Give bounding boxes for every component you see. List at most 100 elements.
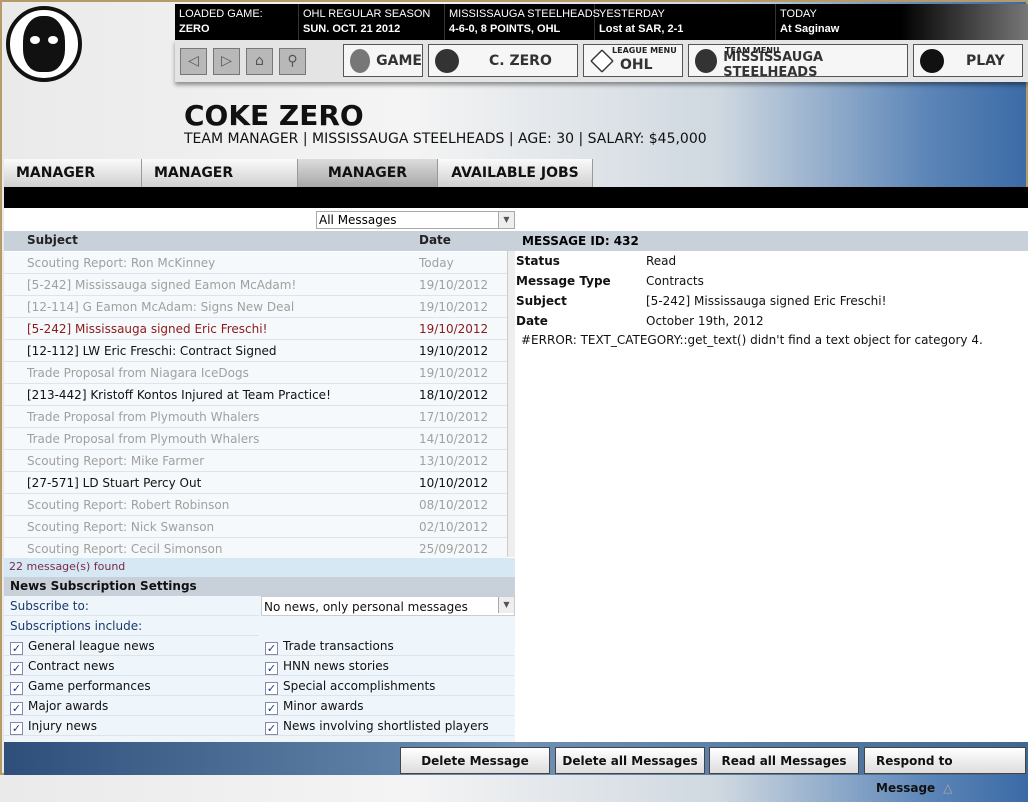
label: Game performances — [28, 679, 151, 693]
label: C. ZERO — [489, 52, 552, 69]
game-menu-button[interactable]: GAME — [343, 44, 423, 77]
detail-row: Date October 19th, 2012 — [515, 311, 1028, 331]
message-id: MESSAGE ID: 432 — [515, 231, 1028, 251]
message-row[interactable]: Scouting Report: Ron McKinney Today — [4, 252, 507, 274]
checkmark-icon[interactable]: ✓ — [265, 662, 278, 675]
checkmark-icon[interactable]: ✓ — [265, 642, 278, 655]
tab-manager-home[interactable]: MANAGER HOME — [4, 159, 142, 209]
message-row[interactable]: [27-571] LD Stuart Percy Out 10/10/2012 — [4, 472, 507, 494]
respond-to-message-button[interactable]: Respond to Message △ — [864, 747, 1026, 795]
message-subject: Trade Proposal from Plymouth Whalers — [27, 410, 260, 424]
message-row[interactable]: [5-242] Mississauga signed Eric Freschi!… — [4, 318, 507, 340]
column-subject[interactable]: Subject — [27, 233, 78, 247]
message-filter-select[interactable]: All Messages ▼ — [316, 211, 515, 229]
subscription-checkbox[interactable]: ✓ Trade transactions — [259, 636, 514, 656]
checkmark-icon[interactable]: ✓ — [265, 682, 278, 695]
home-icon — [435, 48, 459, 73]
subscription-checkbox[interactable]: ✓ Injury news — [4, 716, 259, 736]
checkmark-icon[interactable]: ✓ — [10, 722, 23, 735]
message-row[interactable]: Scouting Report: Mike Farmer 13/10/2012 — [4, 450, 507, 472]
checkmark-icon[interactable]: ✓ — [10, 702, 23, 715]
message-subject: [213-442] Kristoff Kontos Injured at Tea… — [27, 388, 331, 402]
value: SUN. OCT. 21 2012 — [303, 23, 401, 35]
message-row[interactable]: Trade Proposal from Plymouth Whalers 14/1… — [4, 428, 507, 450]
forward-icon[interactable]: ▷ — [213, 48, 240, 75]
message-subject: Trade Proposal from Plymouth Whalers — [27, 432, 260, 446]
detail-row: Subject [5-242] Mississauga signed Eric F… — [515, 291, 1028, 311]
subscription-checkbox[interactable]: ✓ Major awards — [4, 696, 259, 716]
subscribe-label: Subscribe to: — [4, 596, 259, 616]
message-subject: Scouting Report: Mike Farmer — [27, 454, 205, 468]
back-icon[interactable]: ◁ — [180, 48, 207, 75]
checkmark-icon[interactable]: ✓ — [10, 662, 23, 675]
message-date: 18/10/2012 — [419, 388, 489, 402]
value: ZERO — [179, 23, 210, 35]
value: Lost at SAR, 2-1 — [599, 23, 684, 35]
message-row[interactable]: [213-442] Kristoff Kontos Injured at Tea… — [4, 384, 507, 406]
checkmark-icon[interactable]: ✓ — [10, 682, 23, 695]
message-list: Scouting Report: Ron McKinney Today [5-242… — [4, 252, 507, 560]
status-bar: LOADED GAME: ZERO OHL REGULAR SEASON SUN. … — [175, 4, 1028, 40]
scrollbar[interactable] — [507, 251, 515, 557]
delete-message-button[interactable]: Delete Message — [400, 747, 550, 774]
label: LOADED GAME: — [179, 8, 263, 20]
label: Minor awards — [283, 699, 364, 713]
message-row[interactable]: Scouting Report: Robert Robinson 08/10/20… — [4, 494, 507, 516]
subscription-checkbox[interactable]: ✓ Game performances — [4, 676, 259, 696]
column-date[interactable]: Date — [419, 233, 451, 247]
checkmark-icon[interactable]: ✓ — [265, 702, 278, 715]
chevron-down-icon[interactable]: ▼ — [498, 597, 514, 613]
tab-available-jobs[interactable]: AVAILABLE JOBS — [438, 159, 593, 187]
list-header: Subject Date — [4, 231, 515, 251]
chevron-down-icon[interactable]: ▼ — [498, 212, 514, 228]
message-row[interactable]: [12-114] G Eamon McAdam: Signs New Deal 1… — [4, 296, 507, 318]
today: TODAY At Saginaw — [776, 4, 843, 40]
detail-value: October 19th, 2012 — [646, 314, 764, 328]
team-logo-icon — [695, 48, 718, 73]
delete-all-messages-button[interactable]: Delete all Messages — [555, 747, 705, 774]
message-date: 14/10/2012 — [419, 432, 489, 446]
team-menu-button[interactable]: TEAM MENU MISSISSAUGA STEELHEADS — [688, 44, 908, 80]
manager-menu-button[interactable]: C. ZERO — [428, 44, 578, 77]
message-date: Today — [419, 256, 454, 270]
message-subject: Scouting Report: Nick Swanson — [27, 520, 215, 534]
home-icon[interactable]: ⌂ — [246, 48, 273, 75]
label: Trade transactions — [283, 639, 394, 653]
message-row[interactable]: Trade Proposal from Plymouth Whalers 17/1… — [4, 406, 507, 428]
include-label: Subscriptions include: — [4, 616, 259, 636]
label: Injury news — [28, 719, 97, 733]
search-icon[interactable]: ⚲ — [279, 48, 306, 75]
team-record: MISSISSAUGA STEELHEADS 4-6-0, 8 POINTS, O… — [445, 4, 600, 40]
subscription-checkbox[interactable]: ✓ Contract news — [4, 656, 259, 676]
message-row[interactable]: Scouting Report: Nick Swanson 02/10/2012 — [4, 516, 507, 538]
manager-name: COKE ZERO — [184, 99, 364, 132]
globe-icon — [350, 48, 371, 73]
message-row[interactable]: [12-112] LW Eric Freschi: Contract Signe… — [4, 340, 507, 362]
label: Special accomplishments — [283, 679, 436, 693]
subscription-checkbox[interactable]: ✓ HNN news stories — [259, 656, 514, 676]
checkmark-icon[interactable]: ✓ — [265, 722, 278, 735]
message-date: 19/10/2012 — [419, 366, 489, 380]
message-row[interactable]: [5-242] Mississauga signed Eamon McAdam!… — [4, 274, 507, 296]
message-row[interactable]: Scouting Report: Cecil Simonson 25/09/201… — [4, 538, 507, 560]
subscribe-select[interactable]: No news, only personal messages ▼ — [261, 596, 515, 616]
play-button[interactable]: PLAY — [913, 44, 1023, 77]
league-menu-button[interactable]: LEAGUE MENU OHL — [583, 44, 683, 77]
subscription-checkbox[interactable]: ✓ Special accomplishments — [259, 676, 514, 696]
message-subject: Scouting Report: Ron McKinney — [27, 256, 216, 270]
subscription-checkbox[interactable]: ✓ Minor awards — [259, 696, 514, 716]
checkmark-icon[interactable]: ✓ — [10, 642, 23, 655]
detail-key: Status — [516, 254, 560, 268]
message-row[interactable]: Trade Proposal from Niagara IceDogs 19/10… — [4, 362, 507, 384]
message-subject: [12-112] LW Eric Freschi: Contract Signe… — [27, 344, 277, 358]
read-all-messages-button[interactable]: Read all Messages — [709, 747, 859, 774]
tab-manager-news[interactable]: MANAGER NEWS — [298, 159, 438, 209]
subscription-header: News Subscription Settings — [4, 577, 515, 596]
subscription-checkbox[interactable]: ✓ News involving shortlisted players — [259, 716, 514, 736]
detail-key: Date — [516, 314, 548, 328]
label: OHL REGULAR SEASON — [303, 8, 431, 20]
tab-manager-options[interactable]: MANAGER OPTIONS — [142, 159, 298, 209]
subscription-checkbox[interactable]: ✓ General league news — [4, 636, 259, 656]
label: News involving shortlisted players — [283, 719, 489, 733]
label: General league news — [28, 639, 155, 653]
